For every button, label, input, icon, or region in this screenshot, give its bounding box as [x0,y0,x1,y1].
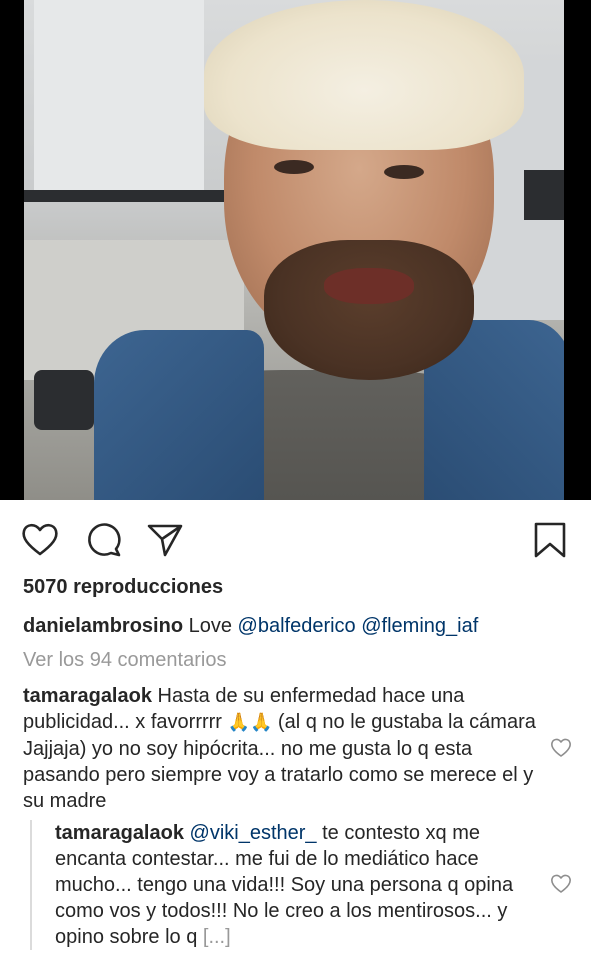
person-hair [204,0,524,150]
background-window [34,0,204,190]
bookmark-icon[interactable] [530,520,570,560]
background-window-right [524,170,564,220]
comment-like-heart-icon[interactable] [550,737,572,759]
caption-text: Love [188,615,232,637]
video-player[interactable] [0,0,591,500]
view-count-label: reproducciones [73,576,224,598]
speech-bubble-icon[interactable] [83,520,123,560]
background-chair [34,370,94,430]
caption-username[interactable]: danielambrosino [23,615,183,637]
view-count: 5070 reproducciones [23,576,223,599]
heart-outline-icon[interactable] [20,520,60,560]
reply-mention[interactable]: @viki_esther_ [190,822,317,844]
comment-emoji: 🙏🙏 [227,712,273,733]
reply-thread-line [30,820,32,950]
comment-reply: tamaragalaok @viki_esther_ te contesto x… [55,820,543,950]
person-jacket-left [94,330,264,500]
person-eye-right [384,165,424,179]
reply-like-heart-icon[interactable] [550,873,572,895]
person-mouth [324,268,414,304]
caption-mention[interactable]: @balfederico [238,615,356,637]
comment-username[interactable]: tamaragalaok [23,685,152,707]
person-beard [264,240,474,380]
view-count-number: 5070 [23,576,68,598]
person-eye-left [274,160,314,174]
video-frame [24,0,564,500]
background-beam [24,190,224,202]
view-all-comments-link[interactable]: Ver los 94 comentarios [23,649,226,672]
comment: tamaragalaok Hasta de su enfermedad hace… [23,683,543,814]
post-action-bar [0,512,591,562]
caption-mention[interactable]: @fleming_iaf [361,615,478,637]
reply-more-link[interactable]: [...] [203,926,231,948]
reply-username[interactable]: tamaragalaok [55,822,184,844]
post-caption: danielambrosino Love @balfederico @flemi… [23,613,578,639]
paper-plane-icon[interactable] [145,520,185,560]
